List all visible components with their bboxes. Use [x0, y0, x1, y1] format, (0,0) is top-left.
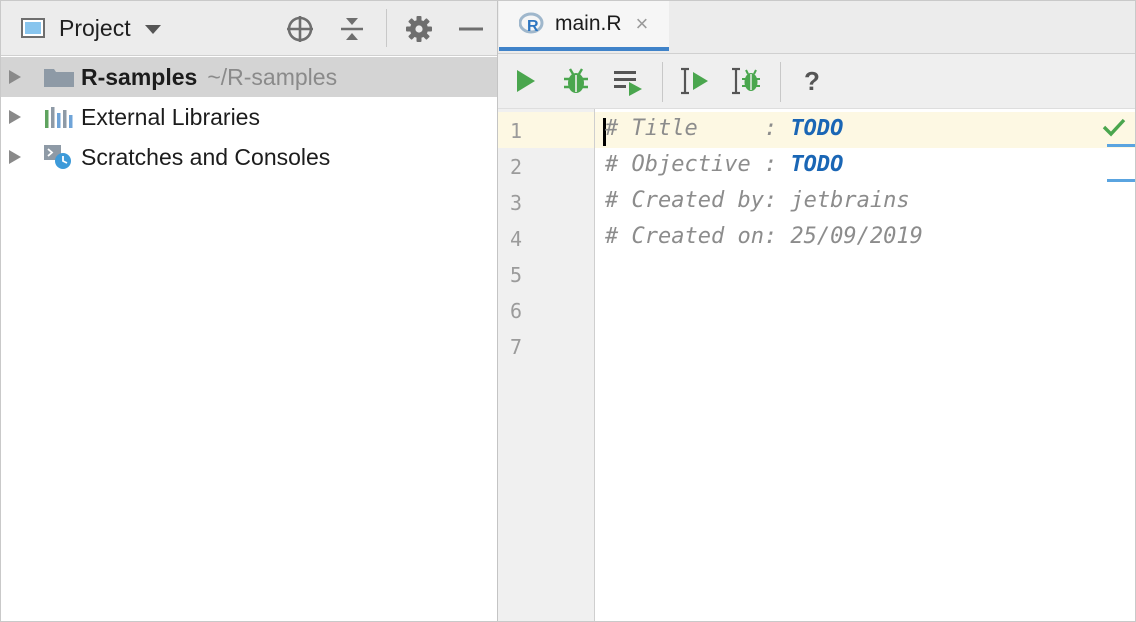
code-line-7[interactable]: [595, 328, 1135, 364]
tree-item-label: R-samples: [81, 64, 197, 90]
close-icon[interactable]: ×: [636, 13, 649, 35]
run-icon[interactable]: [510, 66, 542, 96]
todo-keyword: TODO: [790, 152, 843, 177]
todo-keyword: TODO: [790, 116, 843, 141]
r-logo-icon: R: [519, 11, 545, 37]
line-number: 7: [510, 335, 550, 359]
code-line-1[interactable]: # Title : TODO: [595, 112, 1135, 148]
tree-item-label: External Libraries: [81, 104, 260, 131]
check-icon[interactable]: [1101, 117, 1127, 137]
line-number: 3: [510, 191, 550, 215]
gear-icon[interactable]: [405, 15, 433, 43]
help-icon[interactable]: ?: [796, 66, 828, 96]
line-number: 4: [510, 227, 550, 251]
editor-area: R main.R ×: [498, 1, 1135, 621]
project-panel-header: Project: [1, 1, 497, 56]
project-title: Project: [59, 15, 131, 42]
editor-toolbar: ?: [498, 54, 1135, 109]
code-editor[interactable]: # Title : TODO # Objective : TODO # Crea…: [595, 109, 1135, 621]
tree-item-r-samples[interactable]: R-samples ~/R-samples: [1, 57, 497, 97]
code-comment: # Objective :: [605, 152, 790, 177]
code-line-3[interactable]: # Created by: jetbrains: [595, 184, 1135, 220]
line-number: 5: [510, 263, 550, 287]
code-line-4[interactable]: # Created on: 25/09/2019: [595, 220, 1135, 256]
code-line-2[interactable]: # Objective : TODO: [595, 148, 1135, 184]
line-number: 2: [510, 155, 550, 179]
tree-item-path: ~/R-samples: [207, 64, 337, 90]
debug-to-cursor-icon[interactable]: [730, 66, 762, 96]
locate-icon[interactable]: [286, 15, 314, 43]
project-panel: Project: [1, 1, 498, 621]
tab-main-r[interactable]: R main.R ×: [499, 1, 669, 51]
todo-marker[interactable]: [1107, 179, 1135, 182]
scratches-icon: [43, 145, 75, 169]
collapse-all-icon[interactable]: [338, 15, 366, 43]
debug-icon[interactable]: [560, 66, 592, 96]
project-tree: R-samples ~/R-samples External Libraries: [1, 57, 497, 177]
svg-text:R: R: [527, 18, 539, 35]
code-line-5[interactable]: [595, 256, 1135, 292]
expand-arrow-icon[interactable]: [9, 110, 21, 124]
run-to-cursor-icon[interactable]: [678, 66, 710, 96]
line-number-gutter: 1 2 3 4 5 6 7: [498, 109, 595, 621]
tree-item-label: Scratches and Consoles: [81, 144, 330, 171]
toolbar-separator: [780, 62, 781, 102]
folder-icon: [43, 65, 75, 89]
tab-label: main.R: [555, 12, 622, 36]
code-comment: # Created by: jetbrains: [605, 188, 910, 213]
code-comment: # Created on: 25/09/2019: [605, 224, 923, 249]
ide-window: Project: [0, 0, 1136, 622]
toolbar-separator: [662, 62, 663, 102]
run-selection-icon[interactable]: [612, 66, 644, 96]
tree-item-scratches[interactable]: Scratches and Consoles: [1, 137, 497, 177]
code-line-6[interactable]: [595, 292, 1135, 328]
header-separator: [386, 9, 387, 47]
chevron-down-icon: [145, 25, 161, 34]
libraries-icon: [43, 105, 75, 129]
minimize-icon[interactable]: [457, 15, 485, 43]
todo-marker[interactable]: [1107, 144, 1135, 147]
project-view-selector[interactable]: Project: [21, 13, 161, 43]
line-number: 6: [510, 299, 550, 323]
line-number: 1: [510, 119, 550, 143]
expand-arrow-icon[interactable]: [9, 70, 21, 84]
project-window-icon: [21, 18, 45, 38]
editor-tab-bar: R main.R ×: [498, 1, 1135, 54]
expand-arrow-icon[interactable]: [9, 150, 21, 164]
code-comment: # Title :: [605, 116, 790, 141]
tree-item-external-libraries[interactable]: External Libraries: [1, 97, 497, 137]
